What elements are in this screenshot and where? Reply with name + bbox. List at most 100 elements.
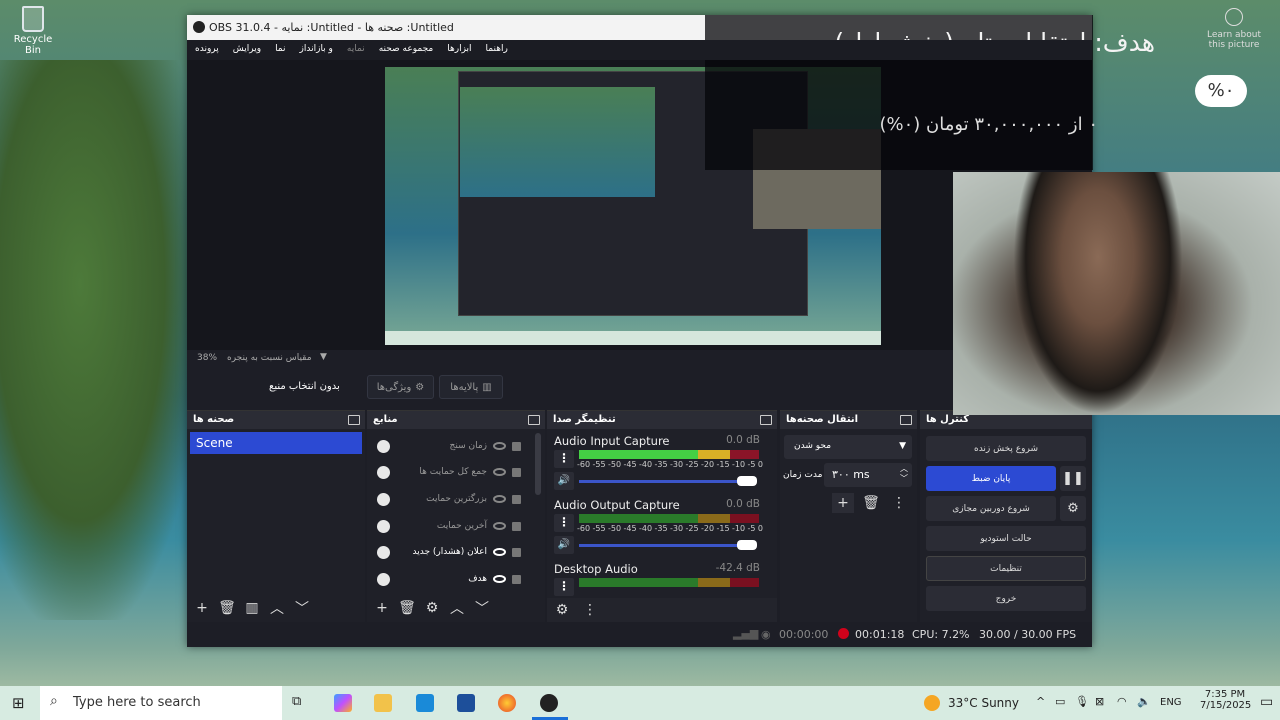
- float-dock-icon[interactable]: [348, 415, 360, 425]
- volume-slider[interactable]: [579, 480, 739, 483]
- float-dock-icon[interactable]: [900, 415, 912, 425]
- source-item[interactable]: اعلان (هشدار) جدید: [373, 541, 521, 563]
- task-view-icon[interactable]: ⧉: [292, 694, 301, 709]
- browser-source-icon: [377, 440, 390, 453]
- wifi-icon[interactable]: ◠: [1117, 695, 1127, 708]
- zoom-mode-select[interactable]: مقیاس نسبت به پنجره: [227, 353, 312, 363]
- lock-icon[interactable]: [512, 494, 521, 504]
- start-virtual-camera-button[interactable]: شروع دوربین مجازی: [926, 496, 1056, 521]
- menu-scene-collection[interactable]: مجموعه صحنه: [379, 44, 434, 56]
- gear-icon: ⚙: [1067, 501, 1079, 516]
- lock-icon[interactable]: [512, 521, 521, 531]
- menu-docks[interactable]: و بازانداز: [300, 44, 333, 56]
- start-streaming-button[interactable]: شروع پخش زنده: [926, 436, 1086, 461]
- scrollbar[interactable]: [535, 433, 541, 495]
- copilot-icon[interactable]: [334, 694, 352, 712]
- studio-mode-button[interactable]: حالت استودیو: [926, 526, 1086, 551]
- eye-icon[interactable]: [493, 575, 506, 583]
- speaker-icon[interactable]: 🔊: [554, 536, 574, 554]
- network-icon[interactable]: ⊠: [1095, 695, 1104, 708]
- store-icon[interactable]: [457, 694, 475, 712]
- trash-icon[interactable]: 🗑: [860, 493, 882, 513]
- virtual-camera-settings-button[interactable]: ⚙: [1060, 496, 1086, 521]
- source-item[interactable]: هدف: [373, 568, 521, 590]
- mail-icon[interactable]: [416, 694, 434, 712]
- trash-icon[interactable]: 🗑: [216, 598, 238, 618]
- menu-tools[interactable]: ابزارها: [447, 44, 471, 56]
- controls-dock: کنترل ها شروع پخش زنده پایان ضبط ❚❚ شروع…: [920, 410, 1092, 622]
- webcam-person: [1013, 172, 1183, 415]
- add-icon[interactable]: +: [191, 598, 213, 618]
- kebab-menu-icon[interactable]: ⋮: [888, 493, 910, 513]
- source-item[interactable]: آخرین حمایت: [373, 515, 521, 537]
- slider-handle[interactable]: [737, 540, 757, 550]
- network-signal-icon: ▂▄▆: [733, 627, 759, 640]
- pause-recording-button[interactable]: ❚❚: [1060, 466, 1086, 491]
- language-indicator[interactable]: ENG: [1160, 697, 1182, 708]
- source-item[interactable]: جمع کل حمایت ها: [373, 461, 521, 483]
- gear-icon[interactable]: ⚙: [421, 598, 443, 618]
- volume-icon[interactable]: 🔈: [1137, 695, 1151, 708]
- chevron-down-icon[interactable]: ▼: [320, 352, 327, 362]
- menu-profile[interactable]: نمایه: [347, 44, 365, 56]
- lock-icon[interactable]: [512, 467, 521, 477]
- learn-about-picture[interactable]: Learn about this picture: [1203, 8, 1265, 50]
- eye-hidden-icon[interactable]: [493, 522, 506, 530]
- camera-in-use-icon[interactable]: ▭: [1055, 695, 1065, 708]
- weather-sun-icon[interactable]: [924, 695, 940, 711]
- float-dock-icon[interactable]: [760, 415, 772, 425]
- chevron-down-icon[interactable]: ﹀: [291, 598, 313, 618]
- windows-start-icon[interactable]: ⊞: [12, 694, 25, 712]
- transition-select[interactable]: محو شدن ▼: [784, 435, 912, 459]
- microphone-icon[interactable]: 🎙: [1075, 695, 1089, 708]
- menu-edit[interactable]: ویرایش: [233, 44, 261, 56]
- filter-icon[interactable]: ▥: [241, 598, 263, 618]
- tray-chevron-up-icon[interactable]: ^: [1036, 695, 1045, 708]
- eye-hidden-icon[interactable]: [493, 468, 506, 476]
- file-explorer-icon[interactable]: [374, 694, 392, 712]
- lock-icon[interactable]: [512, 547, 521, 557]
- source-name: جمع کل حمایت ها: [419, 467, 487, 477]
- lock-icon[interactable]: [512, 574, 521, 584]
- clock[interactable]: 7:35 PM 7/15/2025: [1200, 689, 1251, 711]
- stop-recording-button[interactable]: پایان ضبط: [926, 466, 1056, 491]
- taskbar-search[interactable]: ⌕ Type here to search: [40, 686, 282, 720]
- recycle-bin-shortcut[interactable]: Recycle Bin: [8, 6, 58, 56]
- lock-icon[interactable]: [512, 441, 521, 451]
- menu-view[interactable]: نما: [275, 44, 285, 56]
- add-icon[interactable]: +: [371, 598, 393, 618]
- float-dock-icon[interactable]: [528, 415, 540, 425]
- firefox-icon[interactable]: [498, 694, 516, 712]
- volume-slider[interactable]: [579, 544, 739, 547]
- chevron-up-icon[interactable]: ︿: [266, 598, 288, 618]
- menu-help[interactable]: راهنما: [486, 44, 508, 56]
- scene-item[interactable]: Scene: [190, 432, 362, 454]
- duration-spinbox[interactable]: ۳۰۰ ms ︿ ﹀: [824, 463, 912, 487]
- notification-icon[interactable]: ▭: [1260, 694, 1273, 710]
- exit-button[interactable]: خروج: [926, 586, 1086, 611]
- speaker-icon[interactable]: 🔊: [554, 472, 574, 490]
- advanced-audio-gear-icon[interactable]: ⚙: [551, 600, 573, 620]
- menu-file[interactable]: پرونده: [195, 44, 219, 56]
- source-item[interactable]: زمان سنج: [373, 435, 521, 457]
- weather-text[interactable]: 33°C Sunny: [948, 696, 1019, 710]
- eye-hidden-icon[interactable]: [493, 442, 506, 450]
- kebab-menu-icon[interactable]: ⋮: [554, 450, 574, 468]
- volume-meter: [579, 450, 759, 459]
- eye-icon[interactable]: [493, 548, 506, 556]
- eye-hidden-icon[interactable]: [493, 495, 506, 503]
- settings-button[interactable]: تنظیمات: [926, 556, 1086, 581]
- slider-handle[interactable]: [737, 476, 757, 486]
- obs-taskbar-icon[interactable]: [540, 694, 558, 712]
- chevron-up-icon[interactable]: ︿: [446, 598, 468, 618]
- add-icon[interactable]: +: [832, 493, 854, 513]
- filters-button[interactable]: پالایه‌ها ▥: [439, 375, 503, 399]
- spin-arrows-icon[interactable]: ︿ ﹀: [900, 464, 908, 484]
- kebab-menu-icon[interactable]: ⋮: [579, 600, 601, 620]
- properties-button[interactable]: ویژگی‌ها ⚙: [367, 375, 434, 399]
- kebab-menu-icon[interactable]: ⋮: [554, 578, 574, 596]
- chevron-down-icon[interactable]: ﹀: [471, 598, 493, 618]
- kebab-menu-icon[interactable]: ⋮: [554, 514, 574, 532]
- trash-icon[interactable]: 🗑: [396, 598, 418, 618]
- source-item[interactable]: بزرگترین حمایت: [373, 488, 521, 510]
